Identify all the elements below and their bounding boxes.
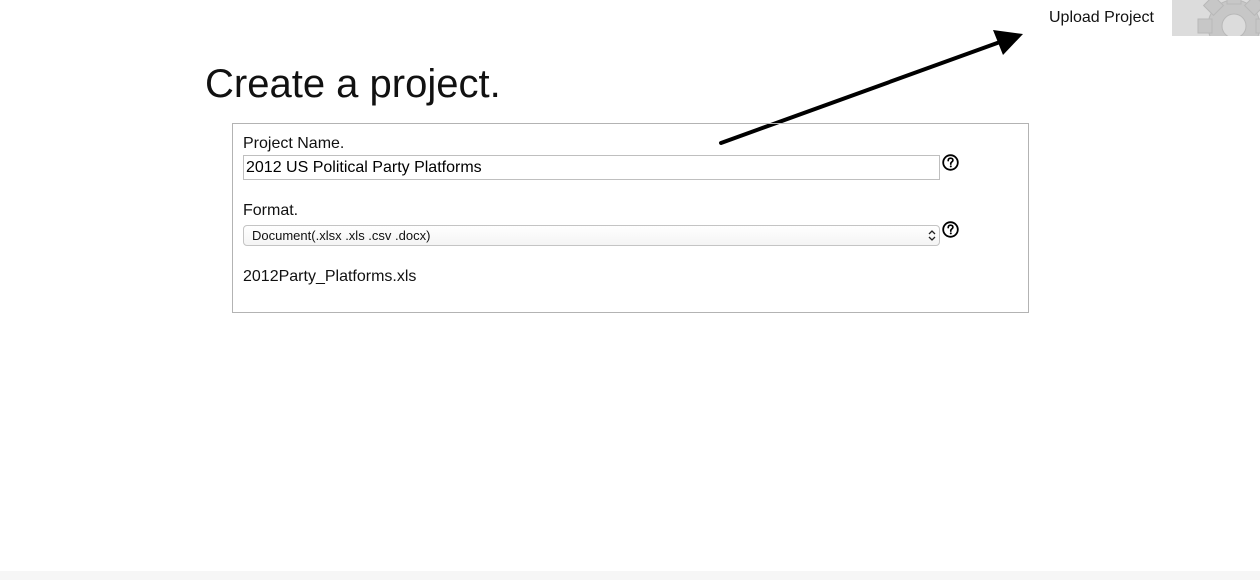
question-circle-icon[interactable] — [942, 221, 959, 238]
create-project-form: Project Name. Format. Document(.xlsx .xl… — [232, 123, 1029, 313]
selected-file-name: 2012Party_Platforms.xls — [243, 268, 417, 285]
project-name-input[interactable] — [243, 155, 940, 180]
bottom-strip — [0, 571, 1260, 580]
format-select-value: Document(.xlsx .xls .csv .docx) — [252, 228, 431, 243]
chevron-up-down-icon — [928, 230, 936, 241]
page-title: Create a project. — [205, 62, 501, 106]
gear-icon — [1197, 0, 1260, 36]
project-name-label: Project Name. — [243, 135, 345, 152]
question-circle-icon[interactable] — [942, 154, 959, 171]
format-label: Format. — [243, 202, 299, 219]
format-select[interactable]: Document(.xlsx .xls .csv .docx) — [243, 225, 940, 246]
settings-button[interactable] — [1172, 0, 1260, 36]
upload-project-link[interactable]: Upload Project — [1049, 8, 1154, 28]
